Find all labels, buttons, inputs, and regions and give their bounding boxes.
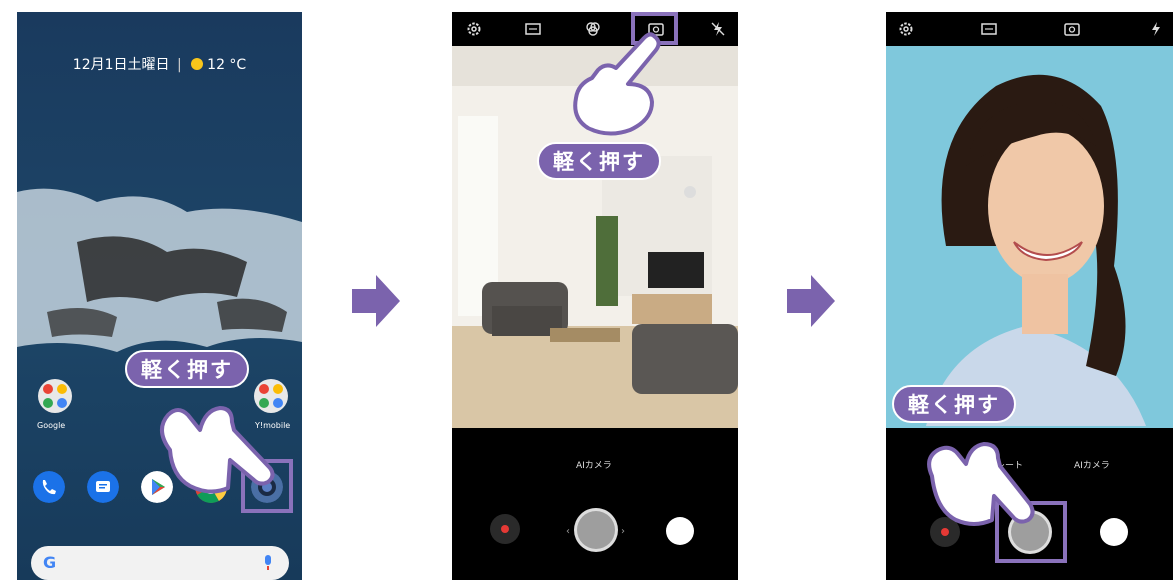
mode-ai-camera[interactable]: AIカメラ xyxy=(1074,458,1110,471)
google-folder-icon[interactable] xyxy=(37,378,73,414)
google-search-bar[interactable]: G xyxy=(31,546,289,580)
gallery-thumbnail[interactable] xyxy=(1099,517,1129,547)
settings-gear-icon[interactable] xyxy=(466,21,482,37)
settings-gear-icon[interactable] xyxy=(898,21,914,37)
switch-camera-icon[interactable] xyxy=(1064,21,1080,37)
svg-text:›: › xyxy=(621,526,625,537)
temperature-text: 12 °C xyxy=(207,57,247,73)
svg-text:‹: ‹ xyxy=(566,526,570,537)
separator: | xyxy=(176,57,182,73)
aspect-ratio-icon[interactable] xyxy=(525,21,541,37)
flash-off-icon[interactable] xyxy=(710,21,726,37)
hand-pointer-icon-3 xyxy=(927,442,1035,526)
next-step-arrow-1 xyxy=(352,275,400,327)
shutter-button[interactable]: ‹ › xyxy=(566,506,626,554)
google-folder-label: Google xyxy=(37,421,66,430)
date-weather-widget[interactable]: 12月1日土曜日 | 12 °C xyxy=(17,54,302,74)
flash-icon[interactable] xyxy=(1148,21,1164,37)
aspect-ratio-icon[interactable] xyxy=(981,21,997,37)
messages-app-icon[interactable] xyxy=(87,471,119,503)
hand-pointer-icon xyxy=(160,406,275,494)
gallery-thumbnail[interactable] xyxy=(665,516,695,546)
next-step-arrow-2 xyxy=(787,275,835,327)
sun-icon xyxy=(191,58,204,70)
tap-instruction-callout-2: 軽く押す xyxy=(537,142,661,180)
microphone-icon[interactable] xyxy=(263,555,273,571)
tap-instruction-callout-3: 軽く押す xyxy=(892,385,1016,423)
viewfinder-selfie xyxy=(886,46,1173,428)
phone-app-icon[interactable] xyxy=(33,471,65,503)
video-record-button[interactable] xyxy=(490,514,520,544)
mode-ai-camera[interactable]: AIカメラ xyxy=(576,458,612,471)
google-g-logo: G xyxy=(43,553,57,572)
date-text: 12月1日土曜日 xyxy=(72,57,170,73)
tap-instruction-callout-1: 軽く押す xyxy=(125,350,249,388)
camera-top-bar-front xyxy=(886,12,1173,46)
hand-pointer-icon-2 xyxy=(573,32,661,136)
